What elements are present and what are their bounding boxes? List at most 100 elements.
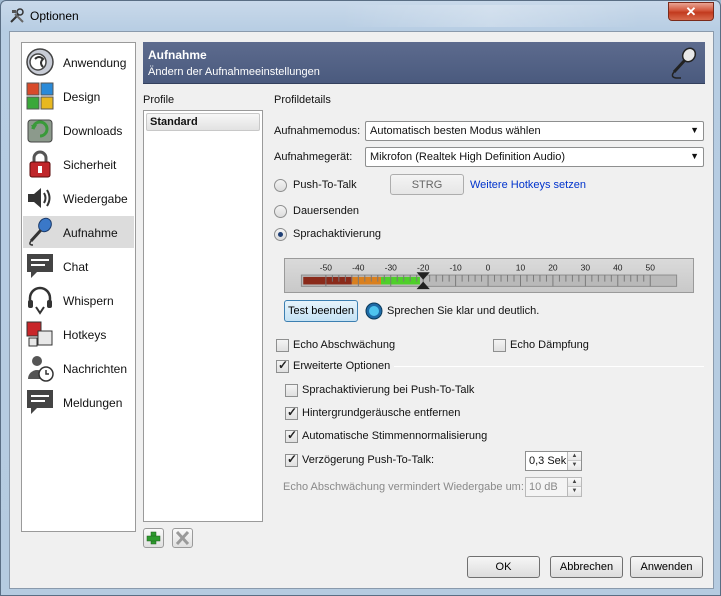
section-title: Aufnahme [148,48,207,62]
echo-playback-reduction-label: Echo Abschwächung vermindert Wiedergabe … [283,481,524,493]
remove-profile-button[interactable] [172,528,193,548]
dialog-body: Anwendung Design Downloads Sicherheit Wi… [9,31,714,589]
window-title: Optionen [30,9,79,23]
details-heading: Profildetails [274,94,331,106]
test-status-text: Sprechen Sie klar und deutlich. [387,305,540,317]
device-label: Aufnahmegerät: [274,151,353,163]
meter-tick-label: -10 [449,262,462,272]
voice-activation-ptt-checkbox[interactable] [285,384,298,397]
close-button[interactable]: ✕ [668,2,714,21]
sidebar-item-sicherheit[interactable]: Sicherheit [23,148,134,180]
voice-level-meter[interactable]: -50 -40 -30 -20 -10 0 10 20 30 40 50 [284,258,694,293]
spin-up-icon[interactable]: ▲ [568,452,581,461]
dropdown-arrow-icon: ▼ [690,151,699,161]
spin-down-icon[interactable]: ▼ [568,461,581,470]
recording-mode-value: Automatisch besten Modus wählen [370,125,541,137]
test-stop-button[interactable]: Test beenden [284,300,358,322]
meter-tick-label: 10 [516,262,526,272]
plus-icon [146,531,161,545]
sidebar-item-downloads[interactable]: Downloads [23,114,134,146]
ptt-delay-spinner[interactable]: 0,3 Sek ▲ ▼ [525,451,582,471]
add-profile-button[interactable] [143,528,164,548]
continuous-transmit-label: Dauersenden [293,205,360,217]
continuous-transmit-radio[interactable] [274,205,287,218]
remove-background-noise-checkbox[interactable] [285,405,298,420]
sidebar-item-aufnahme[interactable]: Aufnahme [23,216,134,248]
sidebar-label: Meldungen [63,396,123,410]
spinner-arrows[interactable]: ▲ ▼ [567,452,581,470]
title-bar[interactable]: Optionen ✕ [1,1,720,31]
sidebar-item-nachrichten[interactable]: Nachrichten [23,352,134,384]
voice-activation-label: Sprachaktivierung [293,228,382,240]
profile-item-standard[interactable]: Standard [146,113,260,131]
category-sidebar: Anwendung Design Downloads Sicherheit Wi… [21,42,136,532]
echo-playback-reduction-value: 10 dB [529,481,558,493]
sidebar-item-chat[interactable]: Chat [23,250,134,282]
sidebar-item-anwendung[interactable]: Anwendung [23,46,134,78]
sidebar-label: Anwendung [63,56,127,70]
spin-down-icon[interactable]: ▼ [568,487,581,496]
sidebar-item-design[interactable]: Design [23,80,134,112]
cancel-button[interactable]: Abbrechen [550,556,623,578]
voice-normalization-checkbox[interactable] [285,428,298,443]
status-indicator-icon [365,302,383,320]
sidebar-item-hotkeys[interactable]: Hotkeys [23,318,134,350]
sidebar-label: Sicherheit [63,158,117,172]
meter-tick-label: -40 [352,262,365,272]
design-icon [26,82,54,110]
sidebar-label: Hotkeys [63,328,107,342]
meter-tick-label: -50 [320,262,333,272]
meter-fill-red [303,276,352,285]
push-to-talk-radio[interactable] [274,179,287,192]
chat-icon [27,254,53,278]
microphone-icon [29,217,52,246]
echo-reduction-label: Echo Abschwächung [293,339,396,351]
meter-fill-orange [351,276,382,285]
echo-damping-checkbox[interactable] [493,339,506,352]
ptt-delay-value: 0,3 Sek [529,455,567,467]
recording-mode-select[interactable]: Automatisch besten Modus wählen ▼ [365,121,704,141]
mode-label: Aufnahmemodus: [274,125,361,137]
background-blur [341,5,641,27]
sidebar-item-meldungen[interactable]: Meldungen [23,386,134,418]
ok-button[interactable]: OK [467,556,540,578]
meter-tick-label: 30 [581,262,591,272]
ptt-delay-checkbox[interactable] [285,452,298,467]
sidebar-item-wiedergabe[interactable]: Wiedergabe [23,182,134,214]
echo-reduction-checkbox[interactable] [276,339,289,352]
voice-normalization-label: Automatische Stimmennormalisierung [302,430,488,442]
ptt-hotkey-button[interactable]: STRG [390,174,464,195]
advanced-options-checkbox[interactable] [276,358,289,373]
spin-up-icon[interactable]: ▲ [568,478,581,487]
section-subtitle: Ändern der Aufnahmeeinstellungen [148,66,320,78]
remove-background-noise-label: Hintergrundgeräusche entfernen [302,407,461,419]
notifications-icon [27,390,53,414]
sidebar-label: Nachrichten [63,362,128,376]
voice-activation-radio[interactable] [274,228,287,241]
meter-tick-label: 20 [548,262,558,272]
sidebar-item-whispern[interactable]: Whispern [23,284,134,316]
meter-tick-label: 0 [486,262,491,272]
hotkeys-icon [26,321,53,347]
profile-list: Standard [143,110,263,522]
downloads-icon [27,119,53,143]
meter-tick-label: 50 [646,262,656,272]
options-window: Optionen ✕ Anwendung Design Downloads Si… [0,0,721,596]
security-lock-icon [29,150,51,178]
headset-icon [28,286,52,315]
push-to-talk-label: Push-To-Talk [293,179,357,191]
apply-button[interactable]: Anwenden [630,556,703,578]
recording-device-value: Mikrofon (Realtek High Definition Audio) [370,151,566,163]
recording-device-select[interactable]: Mikrofon (Realtek High Definition Audio)… [365,147,704,167]
speaker-icon [28,188,51,208]
profiles-heading: Profile [143,94,175,106]
spinner-arrows[interactable]: ▲ ▼ [567,478,581,496]
tools-icon [10,8,24,23]
dropdown-arrow-icon: ▼ [690,125,699,135]
echo-damping-label: Echo Dämpfung [510,339,589,351]
advanced-options-label: Erweiterte Optionen [293,360,391,372]
echo-playback-reduction-spinner[interactable]: 10 dB ▲ ▼ [525,477,582,497]
sidebar-label: Aufnahme [63,226,118,240]
more-hotkeys-link[interactable]: Weitere Hotkeys setzen [470,179,586,191]
microphone-icon [671,47,697,79]
